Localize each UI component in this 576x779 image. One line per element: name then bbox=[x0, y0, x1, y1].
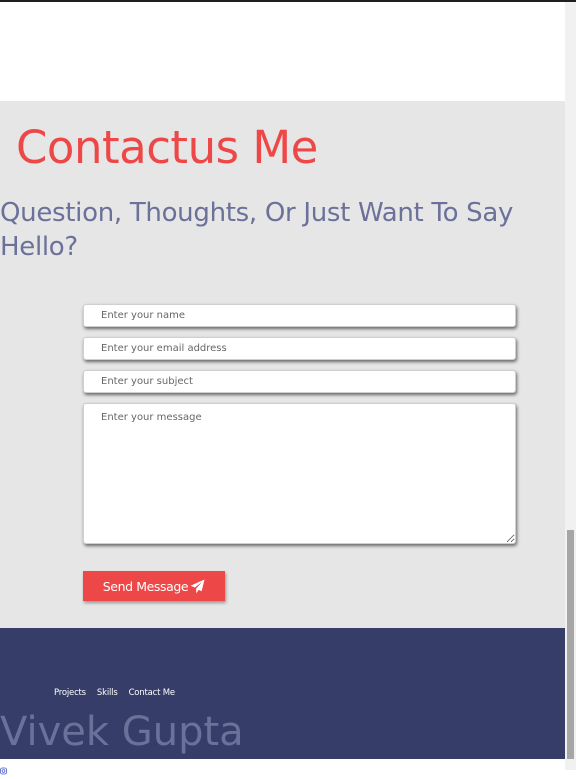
send-message-button[interactable]: Send Message bbox=[83, 571, 225, 601]
contact-section bbox=[0, 101, 565, 628]
footer-brand: Vivek Gupta bbox=[0, 709, 244, 755]
instagram-icon[interactable] bbox=[0, 760, 7, 775]
message-textarea[interactable] bbox=[83, 403, 516, 544]
bottom-strip bbox=[0, 759, 565, 770]
name-input[interactable] bbox=[83, 304, 516, 327]
footer: Projects Skills Contact Me Vivek Gupta bbox=[0, 628, 565, 759]
header-area bbox=[0, 2, 565, 101]
paper-plane-icon bbox=[190, 578, 205, 594]
page-title: Contactus Me bbox=[16, 121, 318, 174]
subject-input[interactable] bbox=[83, 370, 516, 393]
contact-subtitle: Question, Thoughts, Or Just Want To Say … bbox=[0, 198, 514, 262]
footer-link-projects[interactable]: Projects bbox=[54, 688, 86, 698]
footer-link-skills[interactable]: Skills bbox=[97, 688, 118, 698]
send-message-label: Send Message bbox=[102, 578, 189, 594]
footer-nav: Projects Skills Contact Me bbox=[54, 688, 175, 698]
vertical-scrollbar[interactable] bbox=[565, 2, 576, 770]
email-input[interactable] bbox=[83, 337, 516, 360]
footer-link-contact-me[interactable]: Contact Me bbox=[129, 688, 176, 698]
scrollbar-thumb[interactable] bbox=[567, 530, 574, 759]
